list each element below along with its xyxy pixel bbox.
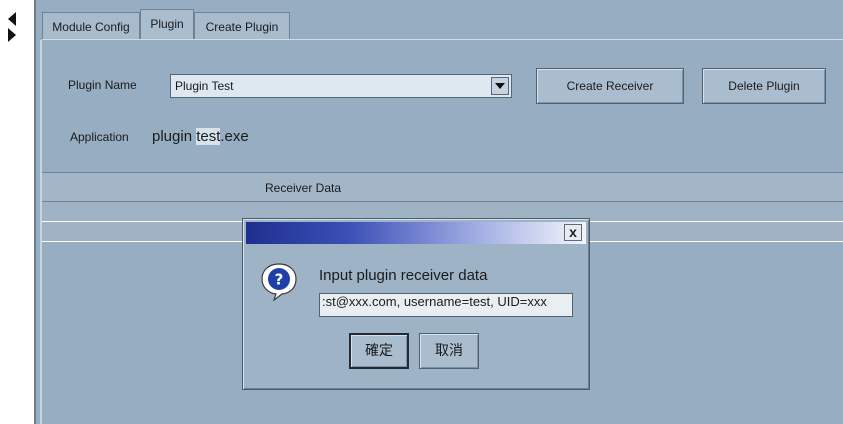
delete-plugin-button[interactable]: Delete Plugin [702, 68, 826, 104]
input-dialog: x ? Input plugin receiver data :st@xxx.c… [242, 218, 590, 390]
application-value-prefix: plugin [152, 128, 197, 145]
tab-create-plugin[interactable]: Create Plugin [194, 12, 290, 40]
application-value-suffix: .exe [220, 128, 249, 145]
left-strip [0, 0, 34, 424]
collapse-arrows-icon[interactable] [6, 10, 18, 44]
ok-button[interactable]: 確定 [349, 333, 409, 369]
cancel-button[interactable]: 取消 [419, 333, 479, 369]
receiver-data-header: Receiver Data [42, 172, 843, 202]
plugin-name-label: Plugin Name [68, 78, 137, 92]
question-icon: ? [261, 263, 297, 301]
tab-plugin[interactable]: Plugin [140, 9, 194, 40]
svg-text:?: ? [275, 271, 284, 289]
receiver-data-input-value: :st@xxx.com, username=test, UID=xxx [322, 294, 547, 309]
receiver-data-input[interactable]: :st@xxx.com, username=test, UID=xxx [319, 293, 573, 317]
application-value: plugin test.exe [152, 128, 249, 145]
dialog-title-bar[interactable]: x [246, 222, 586, 244]
tab-module-config[interactable]: Module Config [42, 12, 140, 40]
application-label: Application [70, 130, 129, 144]
dropdown-arrow-icon[interactable] [491, 77, 509, 95]
plugin-name-value: Plugin Test [175, 79, 234, 93]
tab-divider [42, 39, 843, 40]
close-button[interactable]: x [564, 224, 582, 241]
receiver-data-column-header: Receiver Data [265, 181, 342, 195]
create-receiver-button[interactable]: Create Receiver [536, 68, 684, 104]
application-value-highlight: test [196, 128, 221, 145]
dialog-message: Input plugin receiver data [319, 267, 488, 284]
plugin-name-dropdown[interactable]: Plugin Test [170, 74, 512, 98]
